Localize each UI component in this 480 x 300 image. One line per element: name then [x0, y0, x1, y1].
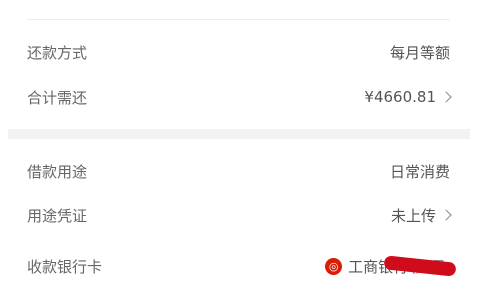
repayment-method-row: 还款方式 每月等额 — [27, 37, 450, 67]
section-separator — [8, 129, 470, 139]
purpose-proof-label: 用途凭证 — [27, 206, 88, 225]
chevron-right-icon[interactable] — [440, 91, 452, 103]
chevron-right-icon[interactable] — [440, 209, 452, 221]
total-due-row[interactable]: 合计需还 ¥4660.81 — [27, 82, 452, 112]
loan-purpose-value: 日常消费 — [389, 162, 450, 181]
total-due-value-wrap[interactable]: ¥4660.81 — [364, 88, 452, 106]
receiving-bank-card-label: 收款银行卡 — [27, 257, 103, 276]
loan-purpose-row: 借款用途 日常消费 — [27, 156, 450, 186]
loan-detail-page: 还款方式 每月等额 合计需还 ¥4660.81 借款用途 日常消费 用途凭证 未… — [0, 0, 480, 300]
repayment-method-value: 每月等额 — [389, 43, 450, 62]
total-due-label: 合计需还 — [27, 88, 88, 107]
purpose-proof-value: 未上传 — [390, 206, 436, 225]
total-due-value: ¥4660.81 — [364, 88, 436, 106]
bank-logo-icon: ◎ — [325, 257, 343, 275]
loan-purpose-label: 借款用途 — [27, 162, 88, 181]
purpose-proof-value-wrap[interactable]: 未上传 — [390, 205, 452, 226]
top-divider — [27, 19, 450, 20]
purpose-proof-row[interactable]: 用途凭证 未上传 — [27, 200, 452, 230]
repayment-method-label: 还款方式 — [27, 43, 88, 62]
